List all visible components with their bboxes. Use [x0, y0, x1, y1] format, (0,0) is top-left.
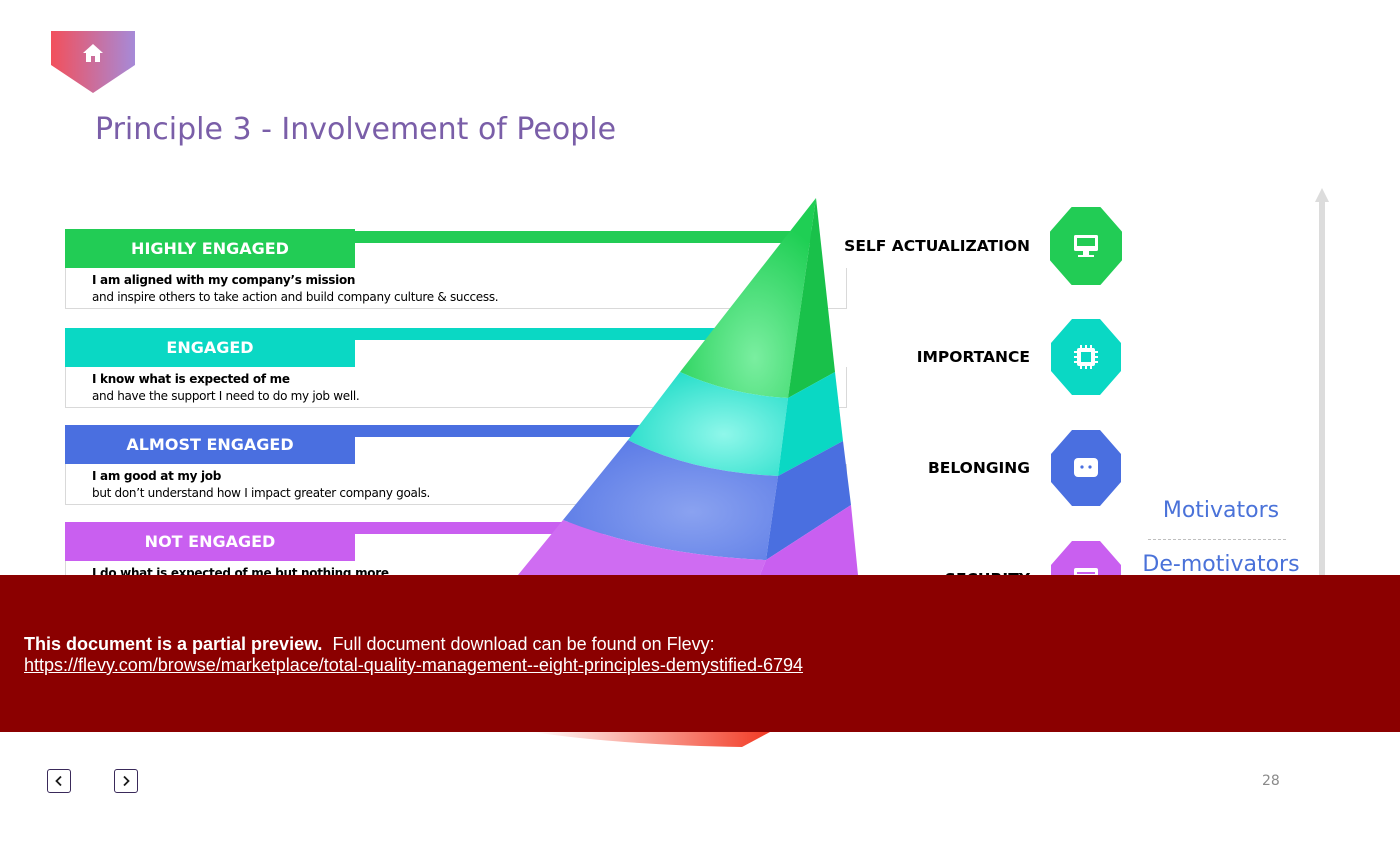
motivators-label: Motivators	[1162, 498, 1280, 523]
next-slide-button[interactable]	[114, 769, 138, 793]
chevron-left-icon	[55, 775, 62, 787]
need-badge	[1050, 429, 1122, 507]
preview-message: This document is a partial preview. Full…	[24, 634, 803, 676]
preview-text: Full document download can be found on F…	[332, 634, 715, 654]
scale-arrow	[1315, 188, 1329, 586]
need-badge	[1050, 540, 1122, 575]
need-badge	[1050, 318, 1122, 396]
chevron-right-icon	[123, 775, 130, 787]
pyramid-tier-red	[532, 732, 770, 747]
need-badge	[1050, 207, 1122, 285]
list-icon	[1074, 568, 1098, 575]
divider	[1148, 539, 1286, 540]
preview-banner: This document is a partial preview. Full…	[0, 575, 1400, 732]
preview-bold-text: This document is a partial preview.	[24, 634, 323, 654]
chip-icon	[1074, 345, 1098, 369]
page-number: 28	[1262, 773, 1280, 789]
download-link[interactable]: https://flevy.com/browse/marketplace/tot…	[24, 655, 803, 676]
chat-icon	[1074, 458, 1098, 477]
need-label-importance: IMPORTANCE	[916, 348, 1030, 366]
demotivators-label: De-motivators	[1142, 552, 1300, 577]
need-label-self-actualization: SELF ACTUALIZATION	[844, 237, 1030, 255]
need-label-belonging: BELONGING	[927, 459, 1030, 477]
previous-slide-button[interactable]	[47, 769, 71, 793]
